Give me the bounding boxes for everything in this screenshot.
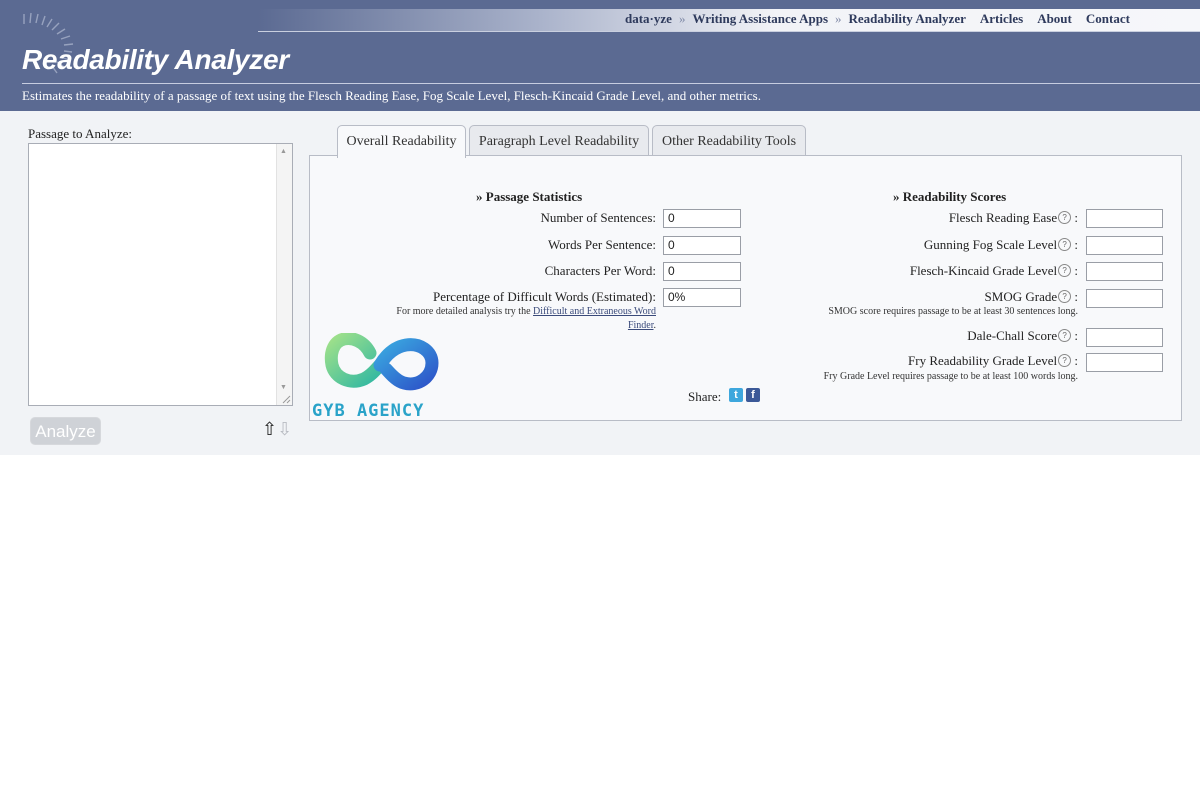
words-per-sentence-label: Words Per Sentence:	[548, 237, 656, 252]
dale-chall-text: Dale-Chall Score	[967, 328, 1058, 343]
fry-note: Fry Grade Level requires passage to be a…	[823, 371, 1078, 382]
smog-grade-field[interactable]	[1086, 289, 1163, 308]
flesch-kincaid-text: Flesch-Kincaid Grade Level	[909, 263, 1058, 278]
colon: :	[1074, 353, 1078, 368]
smog-grade-text: SMOG Grade	[984, 289, 1058, 304]
passage-statistics-heading: » Passage Statistics	[476, 189, 583, 204]
colon: :	[1074, 237, 1078, 252]
colon: :	[1074, 263, 1078, 278]
scroll-up-icon[interactable]: ▲	[280, 147, 287, 155]
analyze-button[interactable]: Analyze	[30, 417, 101, 445]
difficult-words-label: Percentage of Difficult Words (Estimated…	[432, 289, 656, 304]
gyb-agency-watermark: GYB AGENCY	[312, 332, 462, 423]
flesch-reading-ease-label: Flesch Reading Ease? :	[949, 210, 1078, 226]
nav-link-readability-analyzer[interactable]: Readability Analyzer	[849, 11, 966, 26]
detailed-analysis-note: For more detailed analysis try the Diffi…	[396, 305, 656, 333]
help-icon[interactable]: ?	[1058, 329, 1072, 342]
main-content: Passage to Analyze: ▲ ▼ Analyze ⇧⇩ Overa…	[0, 111, 1200, 455]
readability-scores-heading: » Readability Scores	[893, 189, 1007, 204]
header-divider	[22, 83, 1200, 84]
nav-link-articles[interactable]: Articles	[980, 11, 1023, 26]
twitter-icon[interactable]: t	[729, 388, 743, 402]
watermark-text: GYB AGENCY	[312, 401, 425, 421]
page-title: Readability Analyzer	[22, 44, 289, 75]
gunning-fog-field[interactable]	[1086, 236, 1163, 255]
arrow-up-icon[interactable]: ⇧	[262, 419, 277, 440]
nav-link-writing-apps[interactable]: Writing Assistance Apps	[692, 11, 828, 26]
characters-per-word-label: Characters Per Word:	[544, 263, 656, 278]
colon: :	[1074, 289, 1078, 304]
characters-per-word-field[interactable]: 0	[663, 262, 741, 281]
nav-link-contact[interactable]: Contact	[1086, 11, 1130, 26]
dale-chall-label: Dale-Chall Score? :	[967, 328, 1078, 344]
flesch-kincaid-field[interactable]	[1086, 262, 1163, 281]
smog-grade-label: SMOG Grade? :	[985, 289, 1078, 305]
arrow-down-icon[interactable]: ⇩	[277, 419, 292, 440]
tab-other-readability-tools[interactable]: Other Readability Tools	[652, 125, 806, 156]
difficult-words-field[interactable]: 0%	[663, 288, 741, 307]
nav-bar-divider	[258, 31, 1200, 32]
facebook-icon[interactable]: f	[746, 388, 760, 402]
colon: :	[1074, 328, 1078, 343]
share-label: Share:	[688, 389, 722, 404]
scroll-down-icon[interactable]: ▼	[280, 383, 287, 391]
nav-link-about[interactable]: About	[1037, 11, 1072, 26]
colon: :	[1074, 210, 1078, 225]
flesch-reading-ease-field[interactable]	[1086, 209, 1163, 228]
nav-separator: »	[835, 11, 842, 26]
nav-separator: »	[678, 11, 686, 26]
gunning-fog-text: Gunning Fog Scale Level	[923, 237, 1058, 252]
fry-grade-text: Fry Readability Grade Level	[908, 353, 1058, 368]
sentences-field[interactable]: 0	[663, 209, 741, 228]
words-per-sentence-field[interactable]: 0	[663, 236, 741, 255]
help-icon[interactable]: ?	[1058, 264, 1072, 277]
sentences-label: Number of Sentences:	[540, 210, 656, 225]
nav-link-datayze[interactable]: data·yze	[625, 11, 672, 26]
tab-paragraph-level-readability[interactable]: Paragraph Level Readability	[469, 125, 649, 156]
resize-arrows: ⇧⇩	[262, 419, 292, 440]
breadcrumb-nav: data·yze » Writing Assistance Apps » Readabi…	[625, 11, 1130, 27]
difficult-word-finder-link[interactable]: Difficult and Extraneous Word	[533, 306, 656, 317]
infinity-logo-icon	[324, 332, 439, 391]
note-text: For more detailed analysis try the	[396, 306, 534, 317]
help-icon[interactable]: ?	[1058, 290, 1072, 303]
page-description: Estimates the readability of a passage o…	[22, 88, 761, 103]
textarea-scrollbar[interactable]: ▲ ▼	[276, 144, 292, 405]
flesch-reading-ease-text: Flesch Reading Ease	[948, 210, 1058, 225]
difficult-word-finder-link-cont[interactable]: Finder	[628, 320, 654, 331]
gunning-fog-label: Gunning Fog Scale Level? :	[924, 237, 1078, 253]
passage-textarea[interactable]: ▲ ▼	[28, 143, 293, 406]
dale-chall-field[interactable]	[1086, 328, 1163, 347]
passage-label: Passage to Analyze:	[28, 126, 132, 141]
note-suffix: .	[653, 320, 657, 331]
smog-note: SMOG score requires passage to be at lea…	[828, 306, 1078, 317]
help-icon[interactable]: ?	[1058, 211, 1072, 224]
fry-grade-label: Fry Readability Grade Level? :	[908, 353, 1078, 369]
site-header: data·yze » Writing Assistance Apps » Readabi…	[0, 0, 1200, 111]
flesch-kincaid-label: Flesch-Kincaid Grade Level? :	[910, 263, 1078, 279]
fry-grade-field[interactable]	[1086, 353, 1163, 372]
help-icon[interactable]: ?	[1058, 354, 1072, 367]
resize-grip-icon[interactable]	[281, 394, 291, 404]
tab-overall-readability[interactable]: Overall Readability	[337, 125, 466, 158]
help-icon[interactable]: ?	[1058, 238, 1072, 251]
